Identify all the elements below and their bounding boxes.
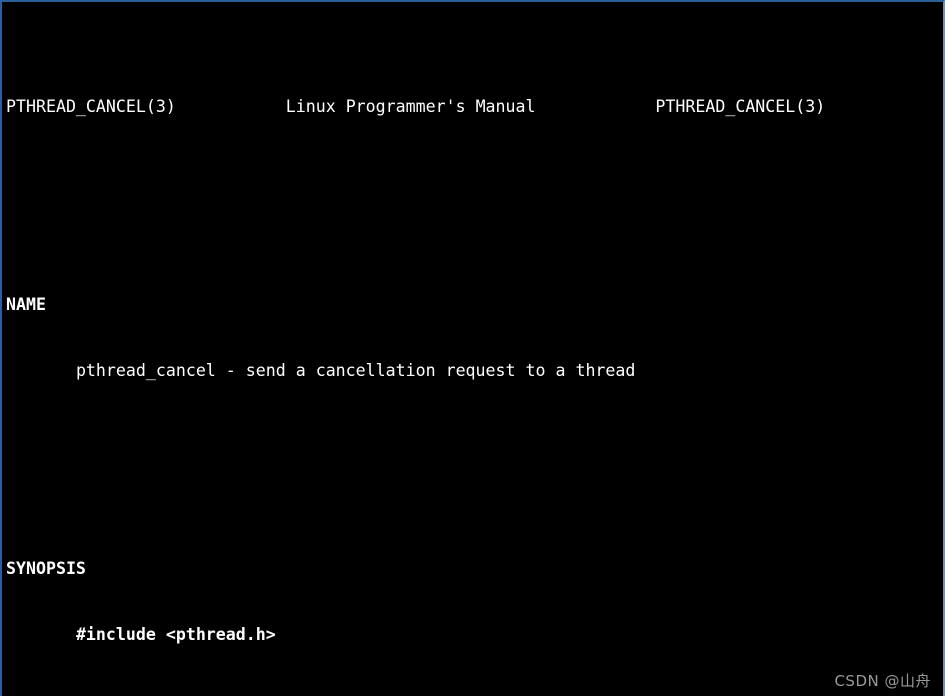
include-directive: #include <pthread.h>: [75, 625, 276, 644]
header-gap-2: [536, 97, 656, 116]
section-title-synopsis: SYNOPSIS: [6, 559, 86, 578]
terminal-window: PTHREAD_CANCEL(3) Linux Programmer's Man…: [0, 0, 945, 696]
csdn-watermark: CSDN @山舟: [834, 672, 931, 690]
name-body-line: pthread_cancel - send a cancellation req…: [6, 360, 943, 382]
synopsis-include-line: #include <pthread.h>: [6, 624, 943, 646]
header-left: PTHREAD_CANCEL(3): [6, 97, 176, 116]
header-right: PTHREAD_CANCEL(3): [655, 97, 826, 116]
manpage-content: PTHREAD_CANCEL(3) Linux Programmer's Man…: [6, 8, 943, 696]
header-center: Linux Programmer's Manual: [285, 97, 536, 116]
manpage-header-line: PTHREAD_CANCEL(3) Linux Programmer's Man…: [6, 96, 943, 118]
header-gap-1: [176, 97, 286, 116]
name-body-text: pthread_cancel - send a cancellation req…: [75, 361, 636, 380]
section-title-name: NAME: [6, 295, 46, 314]
